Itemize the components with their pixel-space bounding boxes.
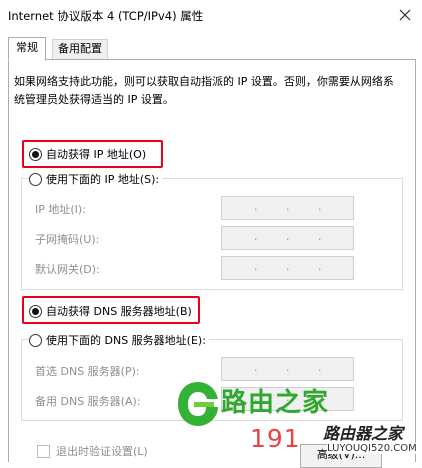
close-button[interactable] (388, 0, 422, 30)
default-gateway-label: 默认网关(D): (35, 263, 100, 276)
default-gateway-input[interactable]: ... (221, 256, 354, 280)
title-bar: Internet 协议版本 4 (TCP/IPv4) 属性 (0, 0, 422, 30)
radio-auto-ip-indicator (29, 147, 42, 161)
validate-checkbox-label: 退出时验证设置(L) (56, 445, 148, 458)
watermark-brand: 路由器之家 (323, 424, 404, 443)
radio-auto-ip-label: 自动获得 IP 地址(O) (46, 148, 147, 161)
tab-general[interactable]: 常规 (8, 37, 46, 61)
subnet-mask-input[interactable]: ... (221, 226, 354, 250)
radio-auto-ip[interactable]: 自动获得 IP 地址(O) (29, 146, 146, 162)
radio-auto-dns[interactable]: 自动获得 DNS 服务器地址(B) (29, 303, 192, 319)
radio-manual-ip[interactable]: 使用下面的 IP 地址(S): (29, 171, 163, 187)
close-icon (399, 9, 411, 21)
tab-strip: 常规 备用配置 (0, 30, 422, 61)
tab-alternate-config[interactable]: 备用配置 (52, 39, 108, 59)
subnet-mask-label: 子网掩码(U): (35, 233, 100, 246)
preferred-dns-label: 首选 DNS 服务器(P): (35, 365, 140, 378)
radio-manual-ip-label: 使用下面的 IP 地址(S): (46, 173, 160, 186)
radio-manual-dns[interactable]: 使用下面的 DNS 服务器地址(E): (29, 332, 209, 348)
radio-manual-dns-indicator (29, 333, 42, 347)
alternate-dns-label: 备用 DNS 服务器(A): (35, 395, 141, 408)
radio-manual-dns-label: 使用下面的 DNS 服务器地址(E): (46, 334, 206, 347)
validate-checkbox-box (37, 444, 50, 458)
watermark-logo-icon (178, 382, 218, 426)
ip-address-label: IP 地址(I): (35, 203, 86, 216)
watermark-name: 路由之家 (221, 388, 330, 418)
window-title: Internet 协议版本 4 (TCP/IPv4) 属性 (8, 9, 204, 23)
validate-on-exit-checkbox[interactable]: 退出时验证设置(L) (37, 443, 148, 459)
watermark-url: LUYOUQI520.COM (327, 443, 417, 454)
radio-auto-dns-indicator (29, 304, 42, 318)
ip-address-input[interactable]: ... (221, 196, 354, 220)
preferred-dns-input[interactable]: ... (221, 357, 354, 381)
watermark-number: 191 (250, 424, 301, 453)
radio-manual-ip-indicator (29, 172, 42, 186)
intro-text: 如果网络支持此功能，则可以获取自动指派的 IP 设置。否则，你需要从网络系统管理… (14, 75, 394, 106)
radio-auto-dns-label: 自动获得 DNS 服务器地址(B) (46, 305, 192, 318)
